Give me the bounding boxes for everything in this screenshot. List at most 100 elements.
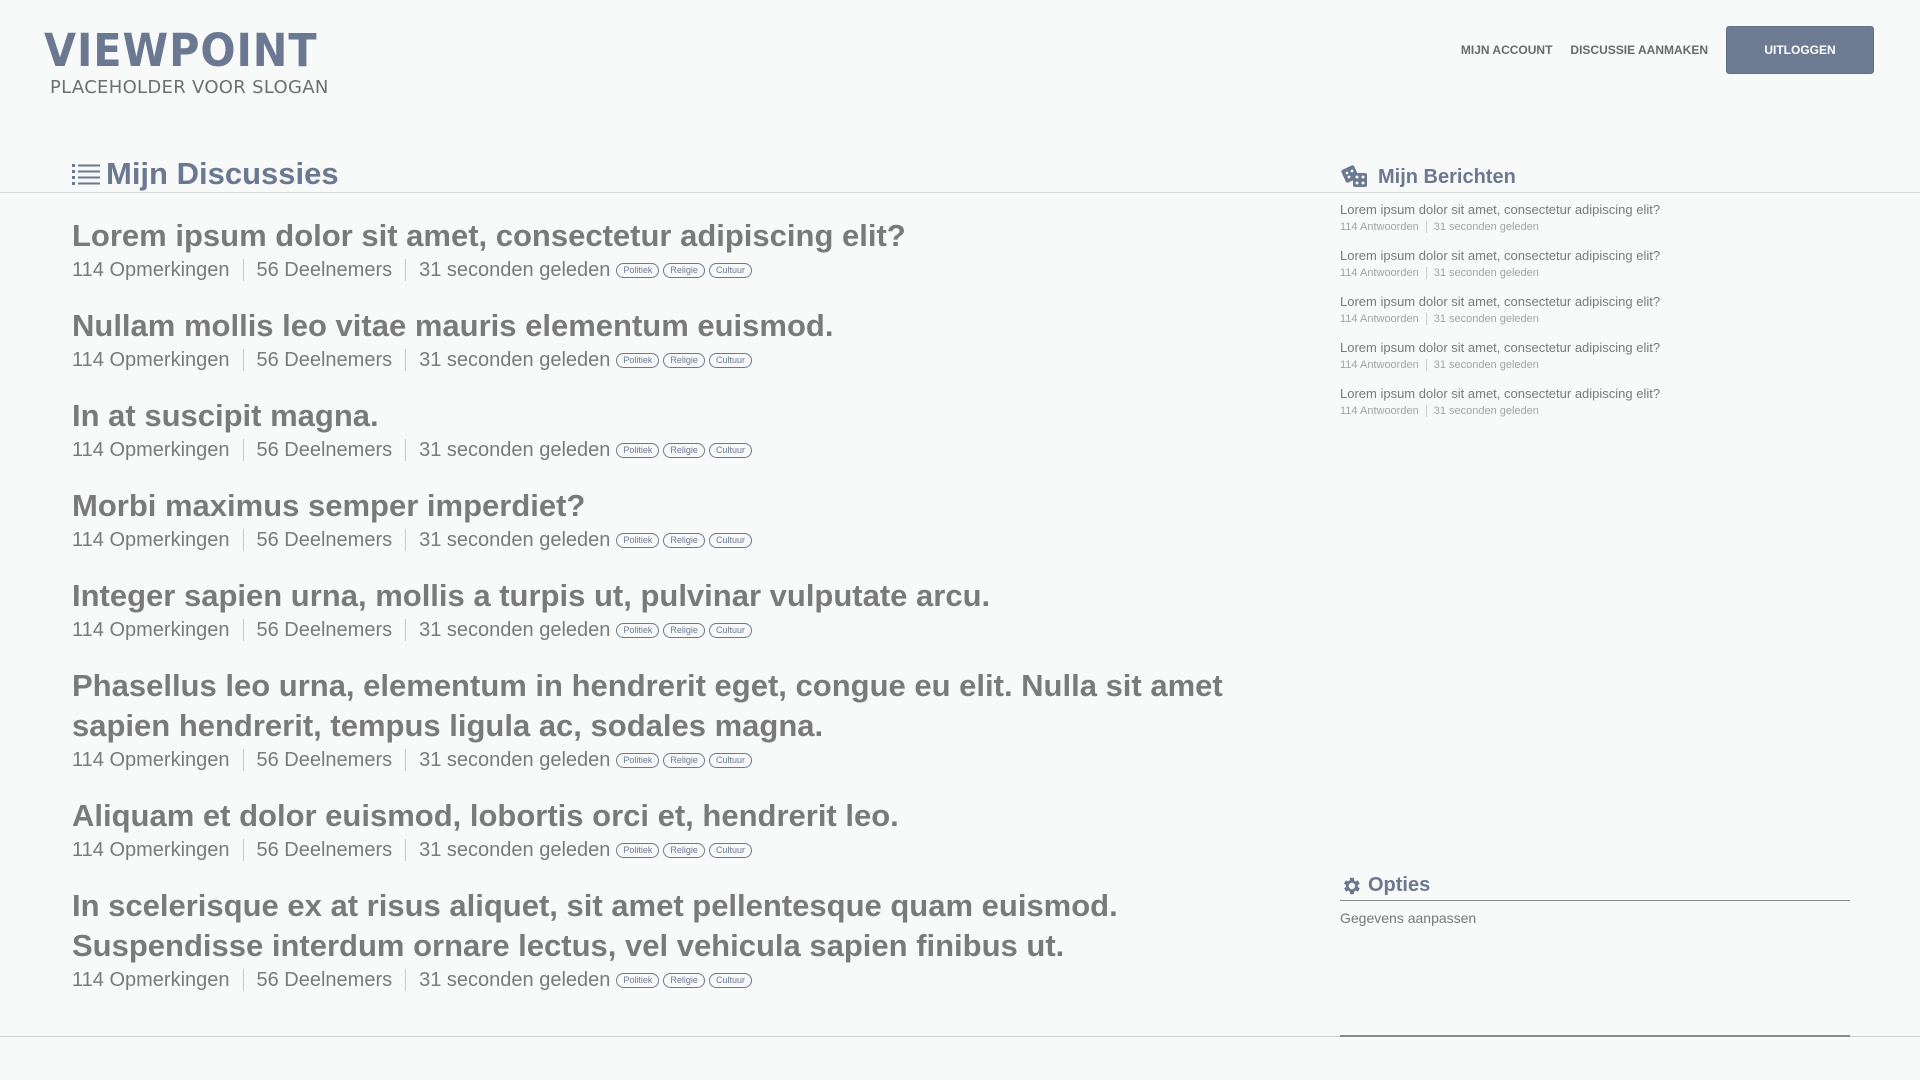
message-meta: 114 Antwoorden 31 seconden geleden: [1340, 220, 1860, 234]
divider: [1425, 405, 1427, 417]
discussion-title[interactable]: Phasellus leo urna, elementum in hendrer…: [72, 666, 1252, 746]
message-title[interactable]: Lorem ipsum dolor sit amet, consectetur …: [1340, 385, 1860, 402]
comment-count: 114 Opmerkingen: [72, 968, 230, 991]
message-list: Lorem ipsum dolor sit amet, consectetur …: [1340, 201, 1860, 431]
tag-badge[interactable]: Religie: [663, 532, 705, 548]
tag-badge[interactable]: Religie: [663, 972, 705, 988]
message-item: Lorem ipsum dolor sit amet, consectetur …: [1340, 293, 1860, 326]
discussion-title[interactable]: Lorem ipsum dolor sit amet, consectetur …: [72, 216, 1252, 256]
tag-badge[interactable]: Politiek: [616, 622, 660, 638]
message-meta: 114 Antwoorden 31 seconden geleden: [1340, 312, 1860, 326]
page-title: Mijn Discussies: [72, 156, 339, 192]
message-title[interactable]: Lorem ipsum dolor sit amet, consectetur …: [1340, 247, 1860, 264]
tag-badge[interactable]: Cultuur: [708, 352, 752, 368]
answer-count: 114 Antwoorden: [1340, 405, 1419, 417]
divider: [405, 619, 407, 641]
discussion-title[interactable]: In at suscipit magna.: [72, 396, 1252, 436]
create-discussion-link[interactable]: DISCUSSIE AANMAKEN: [1570, 43, 1708, 57]
timestamp: 31 seconden geleden: [419, 968, 611, 991]
message-title[interactable]: Lorem ipsum dolor sit amet, consectetur …: [1340, 293, 1860, 310]
message-item: Lorem ipsum dolor sit amet, consectetur …: [1340, 385, 1860, 418]
participant-count: 56 Deelnemers: [256, 618, 393, 641]
tag-list: Politiek Religie Cultuur: [616, 752, 756, 768]
tag-badge[interactable]: Politiek: [616, 352, 660, 368]
my-account-link[interactable]: MIJN ACCOUNT: [1461, 43, 1553, 57]
page: VIEWPOINT PLACEHOLDER VOOR SLOGAN MIJN A…: [0, 0, 1920, 1080]
tag-badge[interactable]: Cultuur: [708, 622, 752, 638]
divider: [405, 749, 407, 771]
discussion-title[interactable]: Integer sapien urna, mollis a turpis ut,…: [72, 576, 1252, 616]
options-title-label: Opties: [1368, 874, 1431, 896]
discussion-meta: 114 Opmerkingen 56 Deelnemers 31 seconde…: [72, 837, 1252, 863]
discussion-title[interactable]: In scelerisque ex at risus aliquet, sit …: [72, 886, 1252, 966]
discussion-title[interactable]: Nullam mollis leo vitae mauris elementum…: [72, 306, 1252, 346]
message-meta: 114 Antwoorden 31 seconden geleden: [1340, 404, 1860, 418]
discussion-meta: 114 Opmerkingen 56 Deelnemers 31 seconde…: [72, 527, 1252, 553]
tag-badge[interactable]: Politiek: [616, 842, 660, 858]
divider: [1425, 359, 1427, 371]
slogan: PLACEHOLDER VOOR SLOGAN: [50, 77, 329, 98]
discussion-item: In scelerisque ex at risus aliquet, sit …: [72, 886, 1252, 993]
answer-count: 114 Antwoorden: [1340, 221, 1419, 233]
tag-badge[interactable]: Religie: [663, 262, 705, 278]
tag-badge[interactable]: Religie: [663, 442, 705, 458]
tag-badge[interactable]: Politiek: [616, 532, 660, 548]
tag-list: Politiek Religie Cultuur: [616, 262, 756, 278]
tag-badge[interactable]: Cultuur: [708, 842, 752, 858]
answer-count: 114 Antwoorden: [1340, 267, 1419, 279]
discussion-item: Aliquam et dolor euismod, lobortis orci …: [72, 796, 1252, 863]
edit-profile-link[interactable]: Gegevens aanpassen: [1340, 910, 1476, 926]
comment-count: 114 Opmerkingen: [72, 348, 230, 371]
divider: [405, 839, 407, 861]
tag-badge[interactable]: Cultuur: [708, 532, 752, 548]
divider: [242, 969, 244, 991]
timestamp: 31 seconden geleden: [1433, 359, 1539, 371]
messages-title-label: Mijn Berichten: [1378, 165, 1516, 188]
tag-badge[interactable]: Politiek: [616, 972, 660, 988]
discussion-meta: 114 Opmerkingen 56 Deelnemers 31 seconde…: [72, 257, 1252, 283]
tag-list: Politiek Religie Cultuur: [616, 352, 756, 368]
tag-badge[interactable]: Religie: [663, 352, 705, 368]
header-divider: [0, 192, 1920, 193]
timestamp: 31 seconden geleden: [419, 618, 611, 641]
tag-badge[interactable]: Religie: [663, 842, 705, 858]
discussion-meta: 114 Opmerkingen 56 Deelnemers 31 seconde…: [72, 617, 1252, 643]
discussion-item: Phasellus leo urna, elementum in hendrer…: [72, 666, 1252, 773]
discussion-meta: 114 Opmerkingen 56 Deelnemers 31 seconde…: [72, 347, 1252, 373]
tag-badge[interactable]: Cultuur: [708, 972, 752, 988]
comment-count: 114 Opmerkingen: [72, 438, 230, 461]
discussion-title[interactable]: Morbi maximus semper imperdiet?: [72, 486, 1252, 526]
list-icon: [72, 164, 100, 185]
divider: [242, 259, 244, 281]
tag-badge[interactable]: Religie: [663, 622, 705, 638]
tag-badge[interactable]: Cultuur: [708, 442, 752, 458]
message-title[interactable]: Lorem ipsum dolor sit amet, consectetur …: [1340, 201, 1860, 218]
tag-badge[interactable]: Politiek: [616, 442, 660, 458]
timestamp: 31 seconden geleden: [419, 838, 611, 861]
message-item: Lorem ipsum dolor sit amet, consectetur …: [1340, 339, 1860, 372]
logout-button[interactable]: UITLOGGEN: [1726, 26, 1874, 74]
participant-count: 56 Deelnemers: [256, 528, 393, 551]
timestamp: 31 seconden geleden: [1433, 221, 1539, 233]
tag-badge[interactable]: Politiek: [616, 752, 660, 768]
options-divider: [1340, 900, 1850, 901]
tag-list: Politiek Religie Cultuur: [616, 532, 756, 548]
message-title[interactable]: Lorem ipsum dolor sit amet, consectetur …: [1340, 339, 1860, 356]
discussion-title[interactable]: Aliquam et dolor euismod, lobortis orci …: [72, 796, 1252, 836]
tag-badge[interactable]: Cultuur: [708, 262, 752, 278]
tag-list: Politiek Religie Cultuur: [616, 622, 756, 638]
tag-badge[interactable]: Politiek: [616, 262, 660, 278]
tag-badge[interactable]: Cultuur: [708, 752, 752, 768]
logo[interactable]: VIEWPOINT: [44, 28, 317, 73]
message-meta: 114 Antwoorden 31 seconden geleden: [1340, 358, 1860, 372]
discussion-item: In at suscipit magna. 114 Opmerkingen 56…: [72, 396, 1252, 463]
divider: [405, 529, 407, 551]
divider: [242, 619, 244, 641]
timestamp: 31 seconden geleden: [419, 528, 611, 551]
discussion-item: Lorem ipsum dolor sit amet, consectetur …: [72, 216, 1252, 283]
tag-badge[interactable]: Religie: [663, 752, 705, 768]
tag-list: Politiek Religie Cultuur: [616, 442, 756, 458]
discussion-item: Morbi maximus semper imperdiet? 114 Opme…: [72, 486, 1252, 553]
comment-count: 114 Opmerkingen: [72, 748, 230, 771]
participant-count: 56 Deelnemers: [256, 838, 393, 861]
